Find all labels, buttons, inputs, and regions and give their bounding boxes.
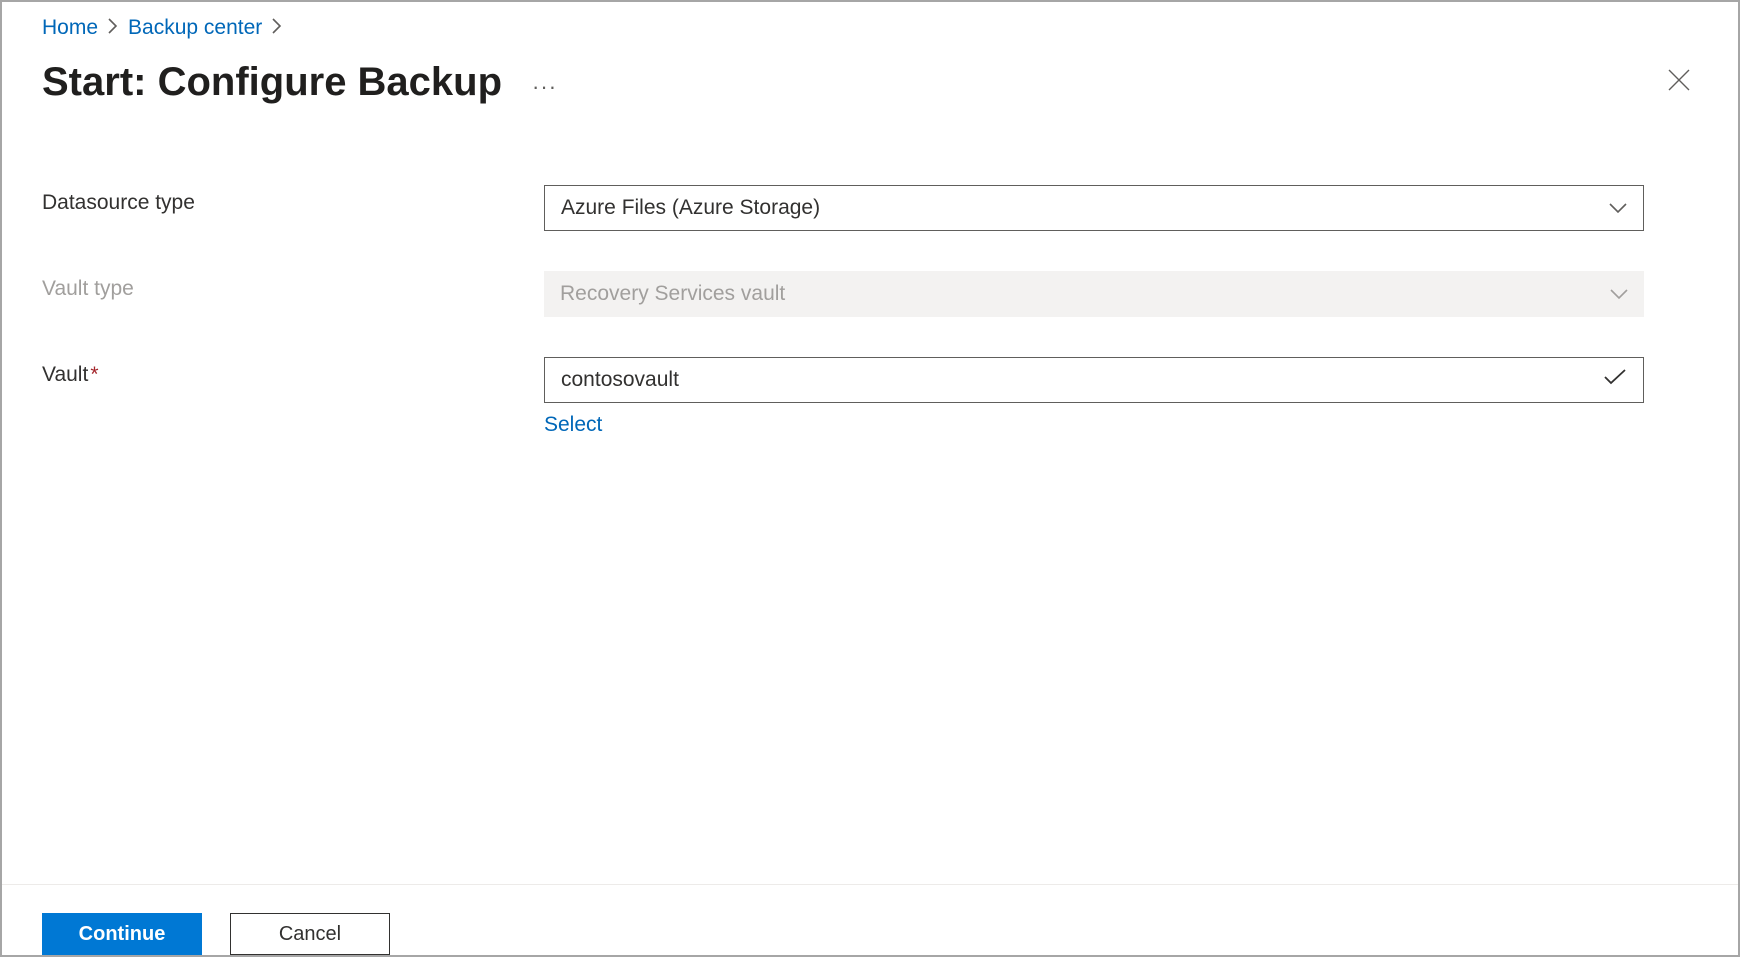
continue-button[interactable]: Continue xyxy=(42,913,202,955)
breadcrumb-home[interactable]: Home xyxy=(42,16,98,40)
title-row: Start: Configure Backup ··· xyxy=(42,60,1698,105)
checkmark-icon xyxy=(1603,368,1627,392)
datasource-type-select[interactable]: Azure Files (Azure Storage) xyxy=(544,185,1644,231)
datasource-type-value: Azure Files (Azure Storage) xyxy=(561,196,820,220)
form-row-vault: Vault* contosovault Select xyxy=(42,357,1698,437)
vault-select-link[interactable]: Select xyxy=(544,413,602,437)
footer-bar: Continue Cancel xyxy=(2,884,1738,955)
vault-label: Vault* xyxy=(42,357,544,387)
vault-type-label: Vault type xyxy=(42,271,544,301)
vault-value: contosovault xyxy=(561,368,679,392)
vault-type-value: Recovery Services vault xyxy=(560,282,785,306)
close-icon xyxy=(1668,69,1690,91)
page-title: Start: Configure Backup xyxy=(42,60,502,105)
datasource-type-label: Datasource type xyxy=(42,185,544,215)
form-row-vault-type: Vault type Recovery Services vault xyxy=(42,271,1698,317)
chevron-right-icon xyxy=(102,18,124,39)
form-row-datasource-type: Datasource type Azure Files (Azure Stora… xyxy=(42,185,1698,231)
vault-select[interactable]: contosovault xyxy=(544,357,1644,403)
chevron-down-icon xyxy=(1609,199,1627,217)
more-actions-icon[interactable]: ··· xyxy=(532,66,557,100)
breadcrumb: Home Backup center xyxy=(42,16,1698,40)
close-button[interactable] xyxy=(1664,65,1694,100)
breadcrumb-backup-center[interactable]: Backup center xyxy=(128,16,262,40)
vault-type-select: Recovery Services vault xyxy=(544,271,1644,317)
cancel-button[interactable]: Cancel xyxy=(230,913,390,955)
required-indicator: * xyxy=(90,363,98,386)
chevron-right-icon xyxy=(266,18,288,39)
chevron-down-icon xyxy=(1610,285,1628,303)
